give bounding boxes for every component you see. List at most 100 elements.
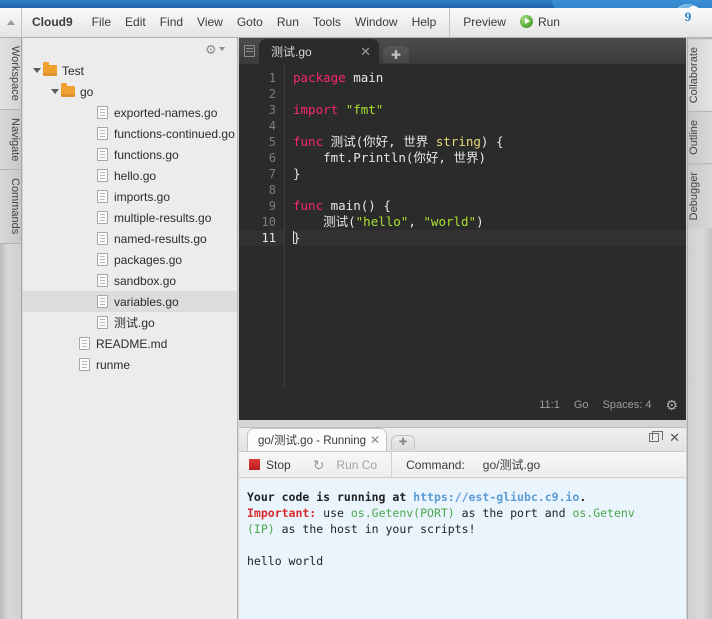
- left-sidebar-rail: Workspace Navigate Commands: [0, 38, 22, 619]
- right-sidebar-rail: Collaborate Outline Debugger: [687, 38, 712, 619]
- console-panel: go/测试.go - Running ✕ ✚ ✕ Stop ↻ Run Co C…: [239, 427, 686, 619]
- close-icon[interactable]: ✕: [360, 45, 371, 58]
- refresh-icon[interactable]: ↻: [301, 458, 337, 472]
- editor-panel-toggle-button[interactable]: [239, 38, 259, 64]
- folder-icon: [43, 62, 57, 76]
- new-tab-button[interactable]: ✚: [383, 46, 409, 63]
- tree-file-row[interactable]: sandbox.go: [23, 270, 237, 291]
- file-tree-list: Test go exported-names.go functions-continu…: [23, 60, 237, 375]
- tree-row-label: README.md: [96, 336, 168, 351]
- menu-item-help[interactable]: Help: [405, 8, 444, 37]
- output-url-link[interactable]: https://est-gliubc.c9.io: [413, 490, 579, 504]
- tree-file-row[interactable]: functions.go: [23, 144, 237, 165]
- file-icon: [97, 211, 108, 224]
- line-number: 11: [239, 230, 284, 246]
- code-token: main: [345, 70, 384, 85]
- run-button[interactable]: Run: [513, 8, 567, 37]
- menu-divider: [449, 8, 451, 37]
- tree-row-label: runme: [96, 357, 131, 372]
- line-number: 1: [268, 71, 276, 85]
- console-output[interactable]: Your code is running at https://est-gliu…: [239, 479, 686, 619]
- tree-folder-row[interactable]: go: [23, 81, 237, 102]
- tree-twisty-open-icon[interactable]: [49, 89, 61, 94]
- preview-button[interactable]: Preview: [456, 8, 513, 37]
- tree-file-row[interactable]: README.md: [23, 333, 237, 354]
- tree-file-row[interactable]: functions-continued.go: [23, 123, 237, 144]
- close-icon[interactable]: ✕: [370, 433, 380, 447]
- output-result-line: hello world: [247, 554, 324, 568]
- file-icon: [97, 316, 108, 329]
- cloud9-ide-window: 9 Cloud9 File Edit Find View Goto Run To…: [0, 0, 712, 619]
- code-area[interactable]: 1 2 3 4 5 6 7 8 9 10 11 package main import "fmt" …: [239, 64, 686, 389]
- sidebar-item-outline[interactable]: Outline: [688, 111, 712, 164]
- tree-row-label: hello.go: [114, 168, 157, 183]
- tree-file-row[interactable]: imports.go: [23, 186, 237, 207]
- run-configuration-label[interactable]: Run Co: [336, 458, 391, 472]
- tree-file-row[interactable]: multiple-results.go: [23, 207, 237, 228]
- cursor-position[interactable]: 11:1: [539, 399, 560, 411]
- tree-file-row[interactable]: named-results.go: [23, 228, 237, 249]
- menu-item-find[interactable]: Find: [153, 8, 190, 37]
- menu-brand-cloud9[interactable]: Cloud9: [22, 8, 85, 37]
- editor-tab-active[interactable]: 测试.go ✕: [259, 39, 379, 64]
- sidebar-item-workspace[interactable]: Workspace: [0, 38, 21, 110]
- tree-row-label: functions.go: [114, 147, 179, 162]
- tree-file-row[interactable]: packages.go: [23, 249, 237, 270]
- tree-file-row[interactable]: runme: [23, 354, 237, 375]
- tree-twisty-open-icon[interactable]: [31, 68, 43, 73]
- output-line-2: Important: use os.Getenv(PORT) as the po…: [247, 505, 686, 521]
- file-tree-settings-button[interactable]: ⚙: [205, 41, 231, 57]
- menu-item-tools[interactable]: Tools: [306, 8, 348, 37]
- code-content[interactable]: package main import "fmt" func 测试(你好, 世界…: [285, 64, 686, 389]
- caret-down-icon: [218, 47, 225, 51]
- output-text: as the port and: [454, 506, 573, 520]
- console-window-buttons: ✕: [649, 431, 680, 444]
- menu-item-goto[interactable]: Goto: [230, 8, 270, 37]
- logo-nine-text: 9: [684, 9, 692, 24]
- tree-file-row[interactable]: hello.go: [23, 165, 237, 186]
- line-number: 2: [268, 87, 276, 101]
- tree-row-label: multiple-results.go: [114, 210, 212, 225]
- menu-item-file[interactable]: File: [85, 8, 118, 37]
- stop-button-label: Stop: [266, 457, 291, 472]
- sidebar-item-collaborate[interactable]: Collaborate: [688, 38, 712, 112]
- sidebar-item-commands[interactable]: Commands: [0, 170, 21, 244]
- sidebar-item-debugger[interactable]: Debugger: [688, 163, 712, 229]
- menu-item-edit[interactable]: Edit: [118, 8, 153, 37]
- tree-folder-row[interactable]: Test: [23, 60, 237, 81]
- console-tab-active[interactable]: go/测试.go - Running ✕: [247, 428, 388, 451]
- language-mode[interactable]: Go: [574, 399, 589, 411]
- code-line: import "fmt": [293, 102, 686, 118]
- file-icon: [79, 358, 90, 371]
- file-tree-panel: ⚙ Test go exported-names.go functions-conti…: [23, 38, 238, 619]
- command-value[interactable]: go/测试.go: [465, 456, 540, 473]
- menu-bar: Cloud9 File Edit Find View Goto Run Tool…: [0, 8, 712, 38]
- stop-button[interactable]: Stop: [239, 458, 301, 472]
- code-token: }: [293, 166, 301, 181]
- menu-item-window[interactable]: Window: [348, 8, 405, 37]
- file-icon: [97, 127, 108, 140]
- code-line: 测试("hello", "world"): [293, 214, 686, 230]
- indent-setting[interactable]: Spaces: 4: [603, 399, 652, 411]
- menu-item-run[interactable]: Run: [270, 8, 306, 37]
- console-new-tab-button[interactable]: ✚: [391, 435, 416, 450]
- tree-file-row[interactable]: 测试.go: [23, 312, 237, 333]
- sidebar-item-navigate[interactable]: Navigate: [0, 109, 21, 171]
- close-icon[interactable]: ✕: [669, 431, 680, 444]
- restore-window-icon[interactable]: [649, 431, 664, 442]
- sidebar-collapse-button[interactable]: [0, 8, 22, 37]
- menu-item-view[interactable]: View: [190, 8, 230, 37]
- gear-icon[interactable]: ⚙: [665, 398, 678, 412]
- tree-row-label: imports.go: [114, 189, 171, 204]
- code-line: package main: [293, 70, 686, 86]
- code-editor-panel: 测试.go ✕ ✚ 1 2 3 4 5 6 7 8 9 10 11 package main imp…: [239, 38, 686, 420]
- line-number: 6: [268, 151, 276, 165]
- editor-tab-label: 测试.go: [271, 45, 312, 59]
- stop-square-icon: [249, 459, 260, 470]
- file-icon: [97, 253, 108, 266]
- code-token: import: [293, 102, 339, 117]
- output-line-3: (IP) as the host in your scripts!: [247, 521, 686, 537]
- tree-file-row[interactable]: exported-names.go: [23, 102, 237, 123]
- code-token: ): [476, 214, 484, 229]
- tree-file-row[interactable]: variables.go: [23, 291, 237, 312]
